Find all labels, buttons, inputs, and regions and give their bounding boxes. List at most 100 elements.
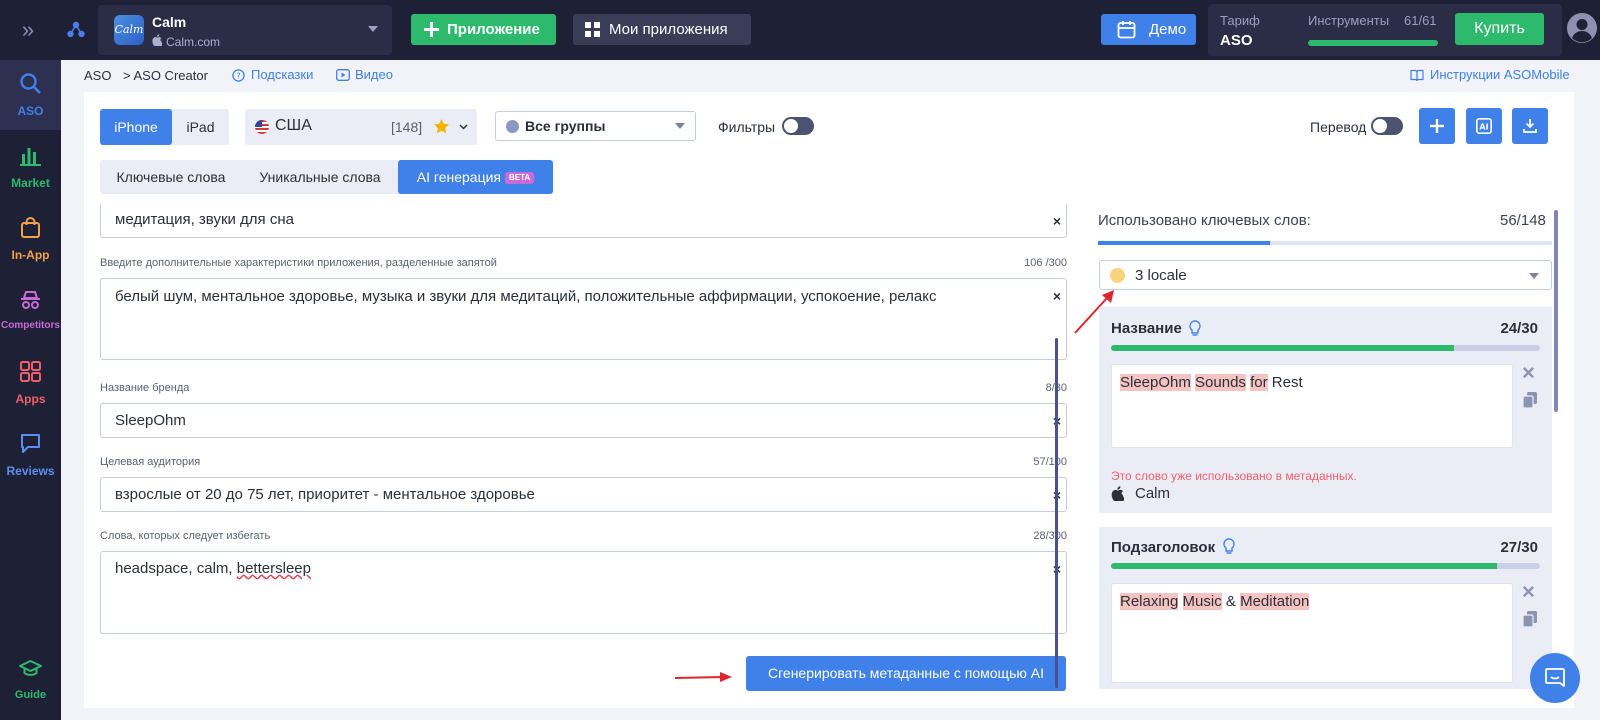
spy-icon	[21, 291, 40, 309]
grid-icon	[585, 22, 600, 37]
locale-value: 3 locale	[1135, 267, 1187, 284]
title-text-field[interactable]: SleepOhm Sounds for Rest	[1111, 364, 1513, 448]
brand-field[interactable]: SleepOhm	[100, 403, 1067, 438]
book-icon	[1410, 69, 1424, 82]
translate-toggle[interactable]	[1371, 117, 1403, 135]
sidebar-item-label: ASO	[17, 104, 44, 118]
buy-button[interactable]: Купить	[1455, 13, 1544, 45]
search-icon	[20, 73, 41, 94]
sidebar-item-market[interactable]: Market	[0, 132, 61, 202]
locale-select[interactable]: 3 locale	[1099, 260, 1552, 290]
download-button[interactable]	[1512, 108, 1548, 144]
my-apps-button[interactable]: Мои приложения	[573, 14, 751, 45]
groups-select[interactable]: Все группы	[495, 111, 696, 141]
keyword-chip: Sounds	[1195, 374, 1246, 391]
form-scrollbar[interactable]	[1055, 338, 1058, 688]
breadcrumb-root[interactable]: ASO	[84, 68, 111, 83]
chat-icon	[1545, 668, 1565, 687]
beta-badge: BETA	[505, 172, 535, 185]
content-tabs: Ключевые слова Уникальные слова AI генер…	[100, 160, 553, 194]
generate-metadata-button[interactable]: Сгенерировать метаданные с помощью AI	[746, 656, 1066, 691]
demo-button[interactable]: Демо	[1101, 14, 1196, 45]
support-chat-button[interactable]	[1530, 653, 1580, 703]
device-switch: iPhone iPad	[100, 109, 229, 145]
breadcrumb-current: > ASO Creator	[123, 68, 208, 83]
lightbulb-icon[interactable]	[1223, 538, 1235, 555]
tab-unique-words[interactable]: Уникальные слова	[242, 160, 398, 194]
video-icon	[336, 69, 350, 81]
add-keyword-button[interactable]	[1419, 108, 1455, 144]
chevron-down-icon	[675, 123, 685, 129]
svg-text:?: ?	[236, 72, 240, 81]
audience-field[interactable]: взрослые от 20 до 75 лет, приоритет - ме…	[100, 477, 1067, 512]
asomobile-logo-icon[interactable]	[66, 20, 86, 40]
app-name: Calm	[152, 14, 187, 30]
avoid-value: headspace, calm,	[115, 560, 237, 577]
sidebar-item-competitors[interactable]: Competitors	[0, 276, 61, 346]
subtitle-card-progress-fill	[1111, 563, 1498, 569]
hints-link[interactable]: Подсказки	[251, 67, 313, 82]
close-icon[interactable]: ×	[1522, 581, 1535, 603]
copy-icon[interactable]	[1523, 392, 1537, 408]
graduation-cap-icon	[19, 660, 42, 676]
sidebar-item-label: Guide	[14, 689, 47, 701]
features-field[interactable]: белый шум, ментальное здоровье, музыка и…	[100, 278, 1067, 360]
device-option-ipad[interactable]: iPad	[172, 109, 229, 145]
demo-label: Демо	[1149, 21, 1187, 38]
avoid-field[interactable]: headspace, calm, bettersleep	[100, 551, 1067, 634]
country-selector[interactable]: США [148]	[245, 109, 477, 145]
sidebar-item-label: Market	[11, 176, 50, 190]
used-keywords-count: 56/148	[1500, 212, 1546, 229]
copy-icon[interactable]	[1523, 611, 1537, 627]
title-card-progress-fill	[1111, 345, 1455, 351]
keyword-used-warning: Это слово уже использовано в метаданных.	[1111, 469, 1357, 483]
plan-box: Тариф ASO Инструменты 61/61 Купить	[1208, 4, 1562, 56]
sidebar-item-apps[interactable]: Apps	[0, 348, 61, 418]
plan-value: ASO	[1220, 32, 1253, 49]
sidebar-item-guide[interactable]: Guide	[0, 645, 61, 715]
ai-button[interactable]: AI	[1466, 108, 1502, 144]
misspelled-word: bettersleep	[236, 560, 311, 577]
instructions-link[interactable]: Инструкции ASOMobile	[1430, 67, 1570, 82]
keywords-field[interactable]: медитация, звуки для сна	[100, 204, 1067, 238]
sidebar-item-in-app[interactable]: In-App	[0, 204, 61, 274]
groups-value: Все группы	[525, 118, 606, 134]
features-label: Введите дополнительные характеристики пр…	[100, 257, 497, 269]
sidebar: ASO Market In-App Competitors Apps Revie…	[0, 60, 61, 720]
add-app-button[interactable]: Приложение	[411, 14, 556, 45]
filters-label: Фильтры	[718, 119, 776, 135]
question-icon: ?	[232, 69, 245, 82]
apple-icon	[1111, 486, 1124, 501]
close-icon[interactable]: ×	[1522, 362, 1535, 384]
lightbulb-icon[interactable]	[1189, 320, 1201, 337]
grid-icon	[20, 361, 41, 382]
right-panel-scrollbar[interactable]	[1554, 210, 1558, 412]
user-avatar-icon[interactable]	[1566, 12, 1598, 44]
keyword-chip: Meditation	[1240, 593, 1310, 610]
shopping-bag-icon	[21, 217, 40, 238]
filters-toggle[interactable]	[782, 117, 814, 135]
sidebar-item-label: Apps	[15, 392, 46, 406]
tab-ai-generation[interactable]: AI генерация BETA	[398, 160, 553, 194]
expand-sidebar-icon[interactable]: »	[16, 18, 40, 42]
video-link[interactable]: Видео	[355, 67, 393, 82]
device-option-iphone[interactable]: iPhone	[100, 109, 172, 145]
add-app-label: Приложение	[447, 21, 540, 38]
tab-keywords[interactable]: Ключевые слова	[100, 160, 242, 194]
keyword-chip: &	[1225, 593, 1236, 610]
translate-label: Перевод	[1310, 119, 1367, 135]
subtitle-text-field[interactable]: Relaxing Music & Meditation	[1111, 583, 1513, 683]
app-selector[interactable]: Calm Calm Calm.com	[98, 5, 392, 55]
group-color-dot	[506, 120, 519, 133]
used-keywords-label: Использовано ключевых слов:	[1098, 212, 1311, 229]
keyword-chip: for	[1250, 374, 1268, 391]
keyword-chip: Relaxing	[1120, 593, 1179, 610]
clear-icon[interactable]: ×	[1050, 214, 1064, 228]
sidebar-item-aso[interactable]: ASO	[0, 60, 61, 130]
brand-label: Название бренда	[100, 382, 190, 394]
clear-icon[interactable]: ×	[1050, 289, 1064, 303]
star-icon[interactable]	[433, 118, 450, 135]
sidebar-item-reviews[interactable]: Reviews	[0, 420, 61, 490]
subtitle-card-progress-bar	[1111, 563, 1540, 569]
country-count: [148]	[391, 119, 423, 135]
